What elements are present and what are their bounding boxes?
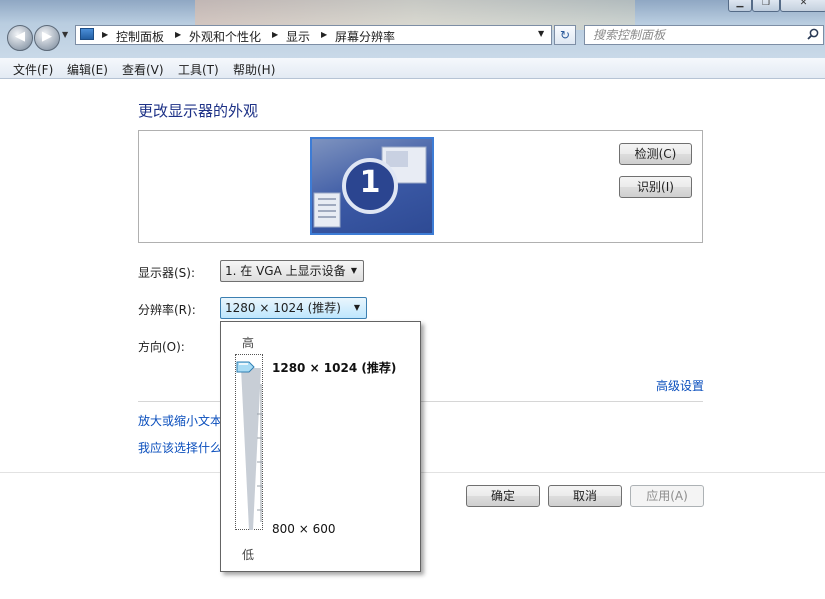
apply-button[interactable]: 应用(A) bbox=[630, 485, 704, 507]
menu-edit[interactable]: 编辑(E) bbox=[67, 61, 108, 78]
display-select[interactable]: 1. 在 VGA 上显示设备 ▼ bbox=[220, 260, 364, 282]
resolution-label: 分辨率(R): bbox=[138, 303, 196, 317]
control-panel-icon bbox=[80, 28, 94, 40]
low-label: 低 bbox=[242, 548, 255, 562]
help-choose-link[interactable]: 我应该选择什么 bbox=[138, 439, 228, 456]
resolution-select-value: 1280 × 1024 (推荐) bbox=[225, 301, 341, 315]
zoom-text-link[interactable]: 放大或缩小文本 bbox=[138, 412, 228, 429]
history-chevron-icon[interactable]: ▼ bbox=[62, 30, 68, 39]
monitor-panel: 1 检测(C) 识别(I) bbox=[138, 130, 703, 243]
minimize-button[interactable]: ▁ bbox=[728, 0, 752, 12]
identify-button[interactable]: 识别(I) bbox=[619, 176, 692, 198]
advanced-settings-link[interactable]: 高级设置 bbox=[656, 377, 704, 394]
chevron-down-icon: ▼ bbox=[350, 266, 357, 275]
orientation-label: 方向(O): bbox=[138, 340, 185, 354]
breadcrumb-arrow-icon[interactable]: ▶ bbox=[175, 30, 181, 39]
breadcrumb-display[interactable]: 显示 bbox=[286, 28, 310, 45]
refresh-icon[interactable]: ↻ bbox=[554, 25, 576, 45]
menu-bar: 文件(F) 编辑(E) 查看(V) 工具(T) 帮助(H) bbox=[0, 58, 825, 79]
cancel-button[interactable]: 取消 bbox=[548, 485, 622, 507]
search-input[interactable] bbox=[585, 26, 800, 44]
breadcrumb-arrow-icon[interactable]: ▶ bbox=[102, 30, 108, 39]
menu-view[interactable]: 查看(V) bbox=[122, 61, 164, 78]
monitor-icon[interactable]: 1 bbox=[310, 137, 434, 235]
min-resolution-label: 800 × 600 bbox=[272, 522, 336, 536]
page-title: 更改显示器的外观 bbox=[138, 102, 259, 120]
menu-tools[interactable]: 工具(T) bbox=[178, 61, 219, 78]
menu-help[interactable]: 帮助(H) bbox=[233, 61, 275, 78]
monitor-number: 1 bbox=[359, 165, 381, 200]
ok-button[interactable]: 确定 bbox=[466, 485, 540, 507]
breadcrumb-control-panel[interactable]: 控制面板 bbox=[116, 28, 164, 45]
breadcrumb-arrow-icon[interactable]: ▶ bbox=[321, 30, 327, 39]
breadcrumb-screen-resolution[interactable]: 屏幕分辨率 bbox=[335, 28, 395, 45]
high-label: 高 bbox=[242, 336, 255, 350]
menu-file[interactable]: 文件(F) bbox=[13, 61, 53, 78]
chevron-down-icon: ▼ bbox=[353, 303, 360, 312]
window-title-bar: ▁ ❐ ✕ ◀ ▶ ▼ ▶ 控制面板 ▶ 外观和个性化 ▶ 显示 ▶ 屏幕分辨率… bbox=[0, 0, 825, 58]
display-select-value: 1. 在 VGA 上显示设备 bbox=[225, 264, 346, 278]
close-button[interactable]: ✕ bbox=[780, 0, 825, 12]
detect-button[interactable]: 检测(C) bbox=[619, 143, 692, 165]
display-label: 显示器(S): bbox=[138, 266, 196, 280]
max-resolution-label: 1280 × 1024 (推荐) bbox=[272, 361, 397, 375]
resolution-select[interactable]: 1280 × 1024 (推荐) ▼ bbox=[220, 297, 367, 319]
breadcrumb-arrow-icon[interactable]: ▶ bbox=[272, 30, 278, 39]
search-icon[interactable] bbox=[807, 28, 819, 40]
restore-button[interactable]: ❐ bbox=[752, 0, 780, 12]
resolution-dropdown-popup: 高 1280 × 1024 (推荐) 800 × 600 低 bbox=[220, 321, 421, 572]
address-bar[interactable]: ▶ 控制面板 ▶ 外观和个性化 ▶ 显示 ▶ 屏幕分辨率 ▼ bbox=[75, 25, 552, 45]
breadcrumb-appearance[interactable]: 外观和个性化 bbox=[189, 28, 261, 45]
search-box[interactable] bbox=[584, 25, 824, 45]
back-arrow-icon[interactable]: ◀ bbox=[7, 25, 33, 51]
address-dropdown-icon[interactable]: ▼ bbox=[538, 29, 544, 38]
forward-arrow-icon[interactable]: ▶ bbox=[34, 25, 60, 51]
resolution-slider[interactable] bbox=[235, 354, 263, 530]
